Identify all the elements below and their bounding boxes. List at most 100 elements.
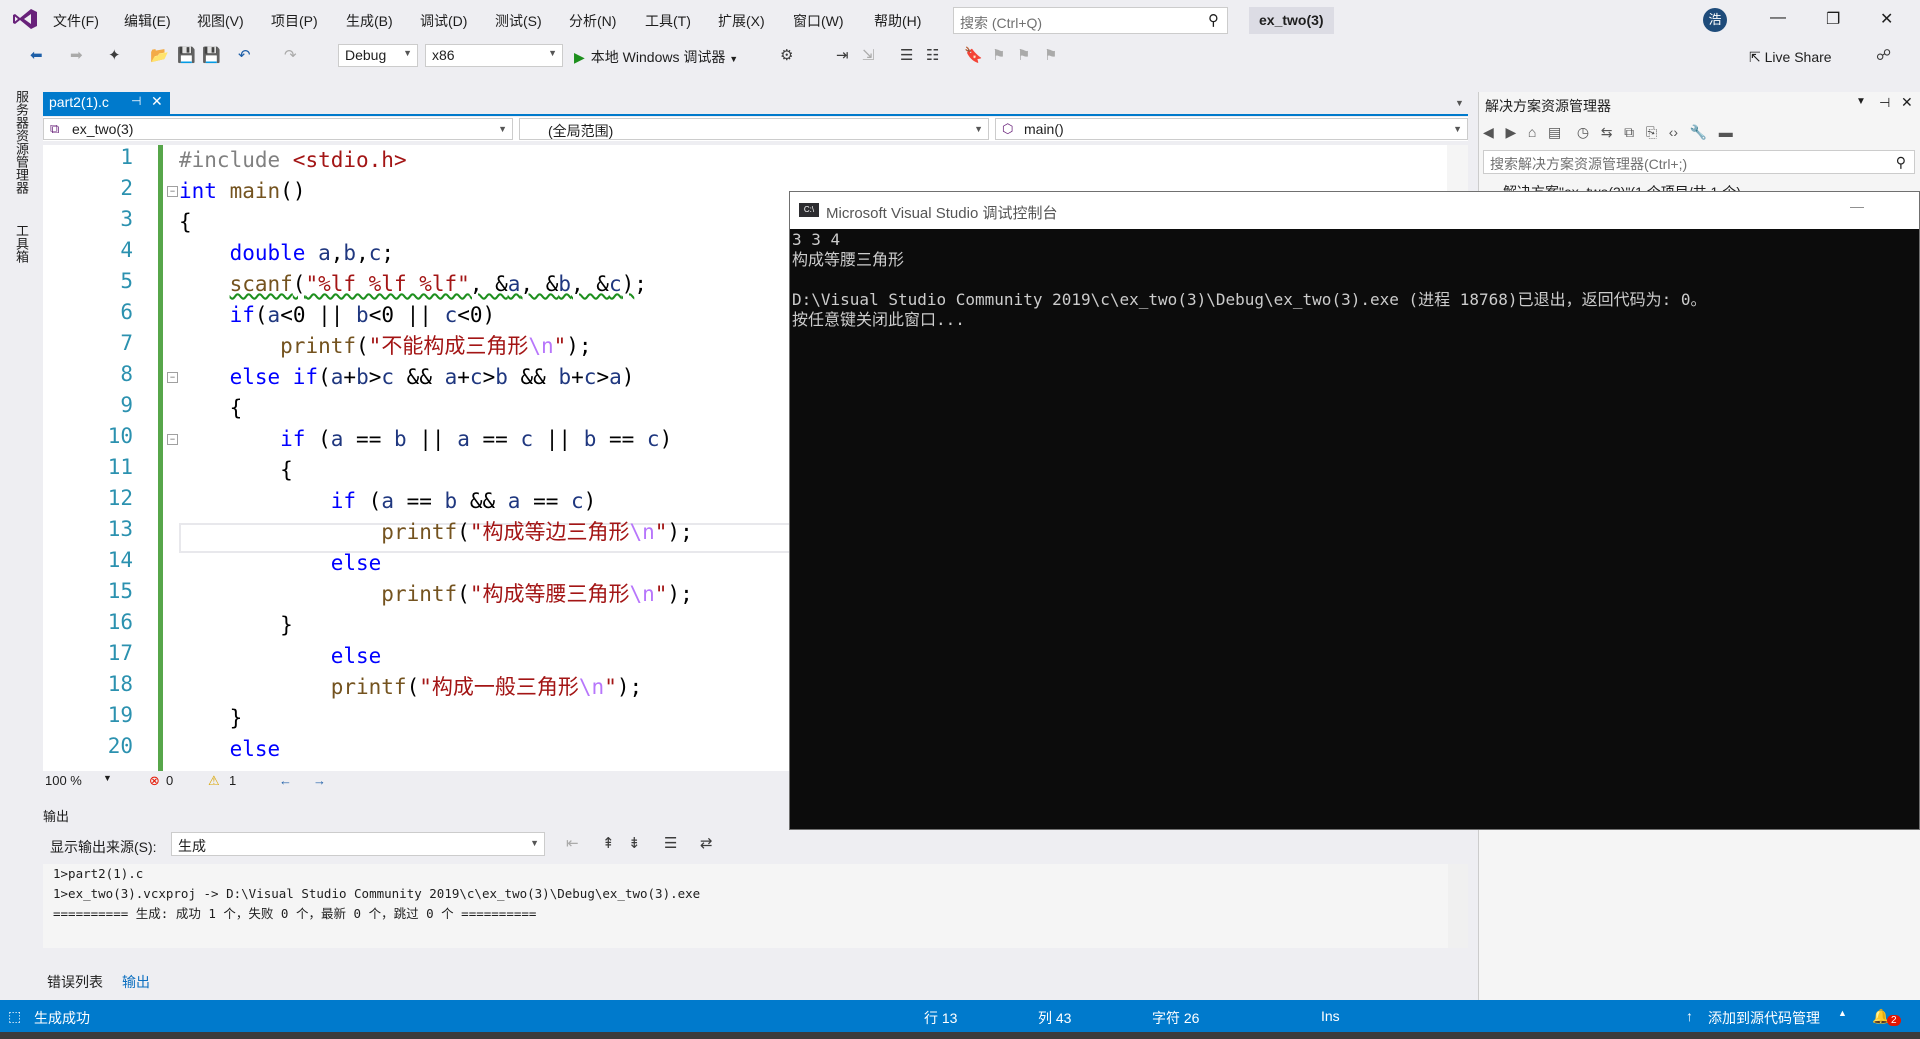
toolbox-tab[interactable]: 工具箱 — [12, 224, 31, 263]
search-input[interactable]: 搜索 (Ctrl+Q) ⚲ — [953, 7, 1228, 34]
forward-icon[interactable]: ➡ — [70, 46, 83, 64]
menu-window[interactable]: 窗口(W) — [793, 11, 844, 31]
menu-build[interactable]: 生成(B) — [346, 11, 393, 31]
pending-changes-icon[interactable]: ◷ — [1577, 124, 1589, 140]
close-icon[interactable]: ✕ — [1901, 94, 1913, 111]
code-line[interactable]: if(a<0 || b<0 || c<0) — [179, 300, 496, 331]
menu-test[interactable]: 测试(S) — [495, 11, 542, 31]
close-icon[interactable]: ✕ — [1880, 9, 1893, 29]
step-icon[interactable]: ⇥ — [836, 46, 849, 64]
chevron-down-icon[interactable]: ▼ — [1455, 98, 1464, 108]
char-indicator[interactable]: 字符 26 — [1152, 1008, 1199, 1028]
menu-help[interactable]: 帮助(H) — [874, 11, 921, 31]
sync-icon[interactable]: ⇆ — [1601, 124, 1613, 140]
line-indicator[interactable]: 行 13 — [924, 1008, 957, 1028]
fold-toggle-icon[interactable]: − — [167, 372, 178, 383]
clear-bookmarks-icon[interactable]: ⚑ — [1044, 46, 1057, 64]
prev-issue-icon[interactable]: ← — [279, 773, 292, 788]
code-line[interactable]: if (a == b || a == c || b == c) — [179, 424, 672, 455]
menu-analyze[interactable]: 分析(N) — [569, 11, 616, 31]
code-line[interactable]: else — [179, 641, 382, 672]
prev-message-icon[interactable]: ⇞ — [602, 834, 615, 852]
prev-bookmark-icon[interactable]: ⚑ — [992, 46, 1005, 64]
open-file-icon[interactable]: 📂 — [150, 46, 169, 64]
redo-icon[interactable]: ↷ — [284, 46, 297, 64]
code-line[interactable]: { — [179, 393, 243, 424]
next-message-icon[interactable]: ⇟ — [628, 834, 641, 852]
save-all-icon[interactable]: 💾 — [202, 46, 221, 64]
save-icon[interactable]: 💾 — [177, 46, 196, 64]
column-indicator[interactable]: 列 43 — [1038, 1008, 1071, 1028]
server-explorer-tab[interactable]: 服务器资源管理器 — [12, 90, 31, 194]
member-dropdown[interactable]: ⬡ main() ▼ — [995, 118, 1468, 140]
code-line[interactable]: else — [179, 734, 281, 765]
code-line[interactable]: printf("不能构成三角形\n"); — [179, 331, 591, 362]
code-line[interactable]: scanf("%lf %lf %lf", &a, &b, &c); — [179, 269, 647, 300]
new-project-icon[interactable]: ✦ — [108, 46, 121, 64]
menu-debug[interactable]: 调试(D) — [420, 11, 467, 31]
tab-error-list[interactable]: 错误列表 — [47, 972, 103, 992]
insert-mode-indicator[interactable]: Ins — [1321, 1008, 1340, 1024]
code-line[interactable]: else if(a+b>c && a+c>b && b+c>a) — [179, 362, 635, 393]
back-icon[interactable]: ◀ — [1483, 124, 1494, 140]
error-count[interactable]: 0 — [166, 773, 173, 788]
clear-all-icon[interactable]: ☰ — [664, 834, 677, 852]
uncomment-icon[interactable]: ☷ — [926, 46, 939, 64]
switch-views-icon[interactable]: ▤ — [1548, 124, 1561, 140]
menu-project[interactable]: 项目(P) — [271, 11, 318, 31]
console-output[interactable]: 3 3 4 构成等腰三角形 D:\Visual Studio Community 2… — [792, 230, 1706, 330]
menu-tools[interactable]: 工具(T) — [645, 11, 691, 31]
code-line[interactable]: } — [179, 703, 243, 734]
output-scrollbar[interactable] — [1448, 864, 1468, 948]
view-code-icon[interactable]: ‹› — [1669, 124, 1678, 140]
step-over-icon[interactable]: ⇲ — [862, 46, 875, 64]
collapse-all-icon[interactable]: ⧉ — [1624, 124, 1634, 140]
output-source-select[interactable]: 生成 ▼ — [171, 832, 545, 856]
pin-icon[interactable]: ⊣ — [131, 94, 141, 108]
start-debugging-button[interactable]: ▶ 本地 Windows 调试器 ▼ — [574, 47, 738, 67]
next-bookmark-icon[interactable]: ⚑ — [1017, 46, 1030, 64]
solution-config-select[interactable]: Debug ▼ — [338, 44, 418, 67]
code-line[interactable]: else — [179, 548, 382, 579]
zoom-level[interactable]: 100 % — [45, 773, 82, 788]
menu-view[interactable]: 视图(V) — [197, 11, 244, 31]
project-dropdown[interactable]: ⧉ ex_two(3) ▼ — [43, 118, 513, 140]
pin-icon[interactable]: ⊣ — [1879, 95, 1890, 111]
tab-output[interactable]: 输出 — [122, 972, 150, 992]
minimize-icon[interactable]: — — [1850, 198, 1864, 214]
home-icon[interactable]: ⌂ — [1528, 124, 1536, 140]
code-line[interactable]: if (a == b && a == c) — [179, 486, 597, 517]
fold-toggle-icon[interactable]: − — [167, 434, 178, 445]
restore-icon[interactable]: ❐ — [1826, 9, 1840, 29]
code-line[interactable]: } — [179, 610, 293, 641]
code-line[interactable]: { — [179, 207, 192, 238]
live-share-button[interactable]: ⇱ Live Share — [1749, 49, 1832, 66]
forward-icon[interactable]: ▶ — [1505, 124, 1516, 140]
add-to-source-control-button[interactable]: 添加到源代码管理 — [1708, 1008, 1820, 1028]
avatar[interactable]: 浩 — [1703, 8, 1727, 32]
code-line[interactable]: #include <stdio.h> — [179, 145, 407, 176]
code-line[interactable]: printf("构成一般三角形\n"); — [179, 672, 642, 703]
comment-icon[interactable]: ☰ — [900, 46, 913, 64]
menu-file[interactable]: 文件(F) — [53, 11, 99, 31]
code-line[interactable]: { — [179, 455, 293, 486]
properties-icon[interactable]: 🔧 — [1690, 124, 1707, 140]
bookmark-icon[interactable]: 🔖 — [964, 46, 983, 64]
platform-select[interactable]: x86 ▼ — [425, 44, 563, 67]
feedback-icon[interactable]: ☍ — [1876, 46, 1891, 64]
fold-toggle-icon[interactable]: − — [167, 186, 178, 197]
menu-extensions[interactable]: 扩展(X) — [718, 11, 765, 31]
undo-icon[interactable]: ↶ — [238, 46, 251, 64]
next-issue-icon[interactable]: → — [313, 773, 326, 788]
find-message-icon[interactable]: ⇤ — [566, 834, 579, 852]
code-line[interactable]: printf("构成等边三角形\n"); — [179, 517, 692, 548]
word-wrap-icon[interactable]: ⇄ — [700, 834, 713, 852]
scope-dropdown[interactable]: (全局范围) ▼ — [519, 118, 989, 140]
code-line[interactable]: printf("构成等腰三角形\n"); — [179, 579, 692, 610]
close-tab-icon[interactable]: ✕ — [151, 93, 163, 110]
show-all-files-icon[interactable]: ⎘ — [1646, 124, 1657, 140]
output-text[interactable]: 1>part2(1).c 1>ex_two(3).vcxproj -> D:\Vi… — [43, 864, 1448, 948]
code-line[interactable]: double a,b,c; — [179, 238, 394, 269]
chevron-down-icon[interactable]: ▼ — [1856, 96, 1866, 107]
back-icon[interactable]: ⬅ — [30, 46, 43, 64]
